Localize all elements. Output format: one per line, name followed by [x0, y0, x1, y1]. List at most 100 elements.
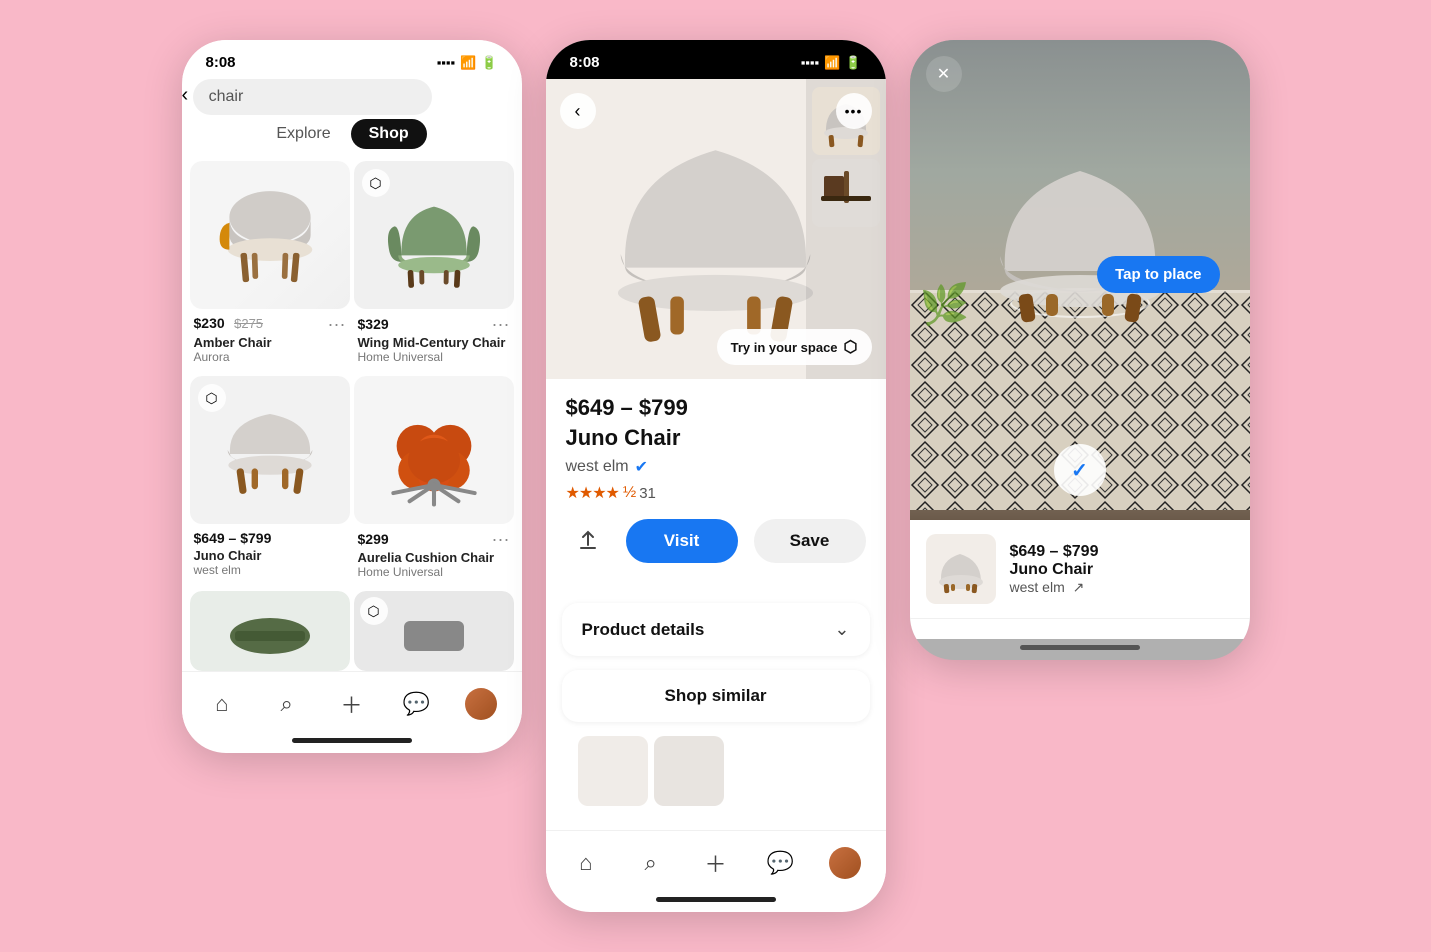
- ar-view: 🌿 ✕ Tap to pla: [910, 40, 1250, 520]
- product-name-wing: Wing Mid-Century Chair: [358, 335, 510, 350]
- nav-plus-1[interactable]: ＋: [331, 684, 371, 724]
- nav-search-1[interactable]: ⌕: [267, 684, 307, 724]
- nav-home-1[interactable]: ⌂: [202, 684, 242, 724]
- product-details-accordion[interactable]: Product details ⌄: [562, 603, 870, 656]
- product-card-juno[interactable]: ⬡ $649: [190, 376, 350, 587]
- verified-icon: ✔: [635, 457, 648, 477]
- product-brand-aurelia: Home Universal: [358, 565, 510, 579]
- similar-thumbs: [562, 736, 870, 818]
- detail-brand: west elm: [566, 458, 629, 476]
- ar-chair: [970, 126, 1190, 331]
- try-in-space-label: Try in your space: [731, 340, 838, 355]
- bottom-nav-3: [910, 618, 1250, 639]
- status-time-2: 8:08: [570, 54, 600, 71]
- status-bar-1: 8:08 ▪▪▪▪ 📶 🔋: [182, 40, 522, 79]
- review-count: 31: [639, 485, 656, 502]
- product-hero: ‹ •••: [546, 79, 886, 379]
- product-image-amber: [190, 161, 350, 309]
- ar-badge-gray[interactable]: ⬡: [360, 597, 388, 625]
- hero-more-button[interactable]: •••: [836, 93, 872, 129]
- price-juno: $649 – $799: [194, 530, 272, 546]
- ar-badge-juno[interactable]: ⬡: [198, 384, 226, 412]
- search-bar: ‹: [182, 79, 522, 115]
- more-button-amber[interactable]: ···: [328, 315, 346, 333]
- shop-similar-section[interactable]: Shop similar: [562, 670, 870, 722]
- similar-thumb-1[interactable]: [578, 736, 648, 806]
- detail-name: Juno Chair: [566, 425, 866, 451]
- close-icon: ✕: [937, 64, 950, 84]
- nav-plus-2[interactable]: ＋: [695, 843, 735, 883]
- product-info-aurelia: $299 ··· Aurelia Cushion Chair Home Univ…: [354, 524, 514, 587]
- product-name-amber: Amber Chair: [194, 335, 346, 350]
- more-button-wing[interactable]: ···: [492, 315, 510, 333]
- ar-close-button[interactable]: ✕: [926, 56, 962, 92]
- home-indicator-1: [292, 738, 412, 743]
- nav-home-2[interactable]: ⌂: [566, 843, 606, 883]
- ar-product-thumbnail[interactable]: [926, 534, 996, 604]
- ar-price: $649 – $799: [1010, 543, 1099, 561]
- ar-confirm-button[interactable]: ✓: [1054, 444, 1106, 496]
- share-button[interactable]: [566, 519, 610, 563]
- product-card-gray[interactable]: ⬡: [354, 591, 514, 671]
- product-card-wing[interactable]: ⬡: [354, 161, 514, 372]
- price-original-amber: $275: [234, 316, 263, 331]
- nav-search-2[interactable]: ⌕: [631, 843, 671, 883]
- signal-icon: ▪▪▪▪: [437, 55, 455, 70]
- nav-profile-1[interactable]: [461, 684, 501, 724]
- product-card-amber[interactable]: $230 $275 ··· Amber Chair Aurora: [190, 161, 350, 372]
- confirm-icon: ✓: [1071, 458, 1088, 483]
- product-image-wing: ⬡: [354, 161, 514, 309]
- tap-to-place-button[interactable]: Tap to place: [1097, 256, 1219, 293]
- price-row-amber: $230 $275 ···: [194, 315, 346, 333]
- nav-messages-2[interactable]: 💬: [760, 843, 800, 883]
- phone-1: 8:08 ▪▪▪▪ 📶 🔋 ‹ Explore Shop: [182, 40, 522, 753]
- similar-thumb-2[interactable]: [654, 736, 724, 806]
- shop-similar-label: Shop similar: [664, 686, 766, 706]
- nav-profile-2[interactable]: [825, 843, 865, 883]
- phones-container: 8:08 ▪▪▪▪ 📶 🔋 ‹ Explore Shop: [182, 40, 1250, 912]
- status-time-1: 8:08: [206, 54, 236, 71]
- product-info-wing: $329 ··· Wing Mid-Century Chair Home Uni…: [354, 309, 514, 372]
- stars: ★★★★: [566, 483, 619, 503]
- product-card-aurelia[interactable]: $299 ··· Aurelia Cushion Chair Home Univ…: [354, 376, 514, 587]
- tab-shop[interactable]: Shop: [351, 119, 427, 149]
- price-wing: $329: [358, 316, 389, 332]
- brand-row: west elm ✔: [566, 457, 866, 477]
- product-image-juno: ⬡: [190, 376, 350, 524]
- status-icons-2: ▪▪▪▪ 📶 🔋: [801, 55, 862, 71]
- product-brand-juno: west elm: [194, 563, 346, 577]
- more-button-aurelia[interactable]: ···: [492, 530, 510, 548]
- back-button[interactable]: ‹: [182, 84, 189, 106]
- price-amber: $230 $275: [194, 315, 264, 333]
- plant-decoration: 🌿: [920, 281, 970, 328]
- price-row-aurelia: $299 ···: [358, 530, 510, 548]
- product-name-aurelia: Aurelia Cushion Chair: [358, 550, 510, 565]
- save-button[interactable]: Save: [754, 519, 866, 563]
- status-icons-1: ▪▪▪▪ 📶 🔋: [437, 55, 498, 71]
- tap-label: Tap to place: [1115, 266, 1201, 283]
- ar-brand: west elm ↗: [1010, 579, 1099, 596]
- product-image-green: [190, 591, 350, 671]
- product-image-aurelia: [354, 376, 514, 524]
- product-image-gray: ⬡: [354, 591, 514, 671]
- ar-product-info: $649 – $799 Juno Chair west elm ↗: [1010, 543, 1099, 596]
- products-grid: $230 $275 ··· Amber Chair Aurora ⬡: [182, 161, 522, 671]
- wifi-icon: 📶: [460, 55, 476, 71]
- status-bar-2: 8:08 ▪▪▪▪ 📶 🔋: [546, 40, 886, 79]
- phone-2-scroll[interactable]: $649 – $799 Juno Chair west elm ✔ ★★★★½ …: [546, 379, 886, 830]
- price-row-wing: $329 ···: [358, 315, 510, 333]
- thumbnail-2[interactable]: [812, 159, 880, 227]
- hero-back-button[interactable]: ‹: [560, 93, 596, 129]
- tab-explore[interactable]: Explore: [276, 125, 330, 143]
- price-aurelia: $299: [358, 531, 389, 547]
- product-card-green[interactable]: [190, 591, 350, 671]
- price-current-amber: $230: [194, 315, 225, 331]
- ar-badge-wing[interactable]: ⬡: [362, 169, 390, 197]
- nav-messages-1[interactable]: 💬: [396, 684, 436, 724]
- ar-link-icon[interactable]: ↗: [1073, 579, 1085, 595]
- search-input[interactable]: [193, 79, 432, 115]
- product-name-juno: Juno Chair: [194, 548, 346, 563]
- visit-button[interactable]: Visit: [626, 519, 738, 563]
- try-in-space-button[interactable]: Try in your space ⬡: [717, 329, 872, 365]
- price-row-juno: $649 – $799: [194, 530, 346, 546]
